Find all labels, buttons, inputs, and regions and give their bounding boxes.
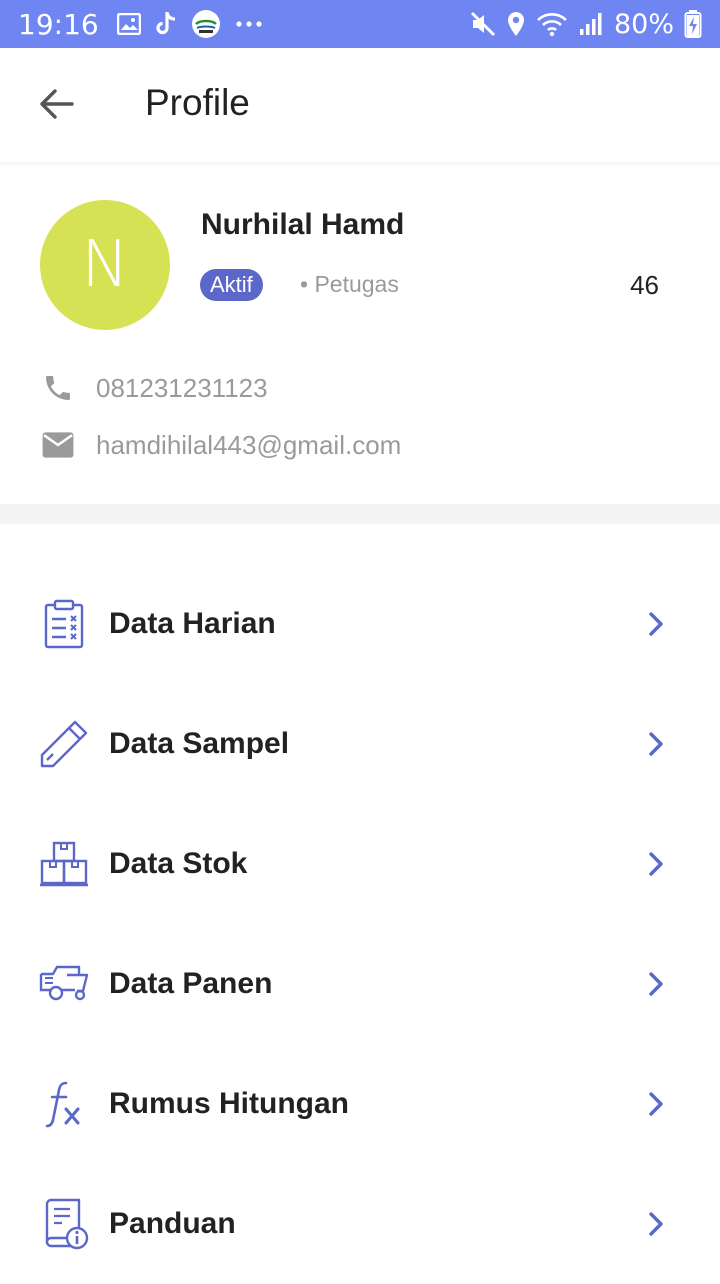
menu-label: Rumus Hitungan [109,1087,349,1120]
menu-label: Data Sampel [109,727,290,760]
app-logo-icon [191,9,221,39]
chevron-right-icon [642,970,670,998]
chevron-right-icon [642,1210,670,1238]
status-time: 19:16 [18,7,99,41]
battery-percent: 80% [613,8,674,40]
tiktok-icon [155,11,177,37]
profile-name: Nurhilal Hamd [201,208,405,241]
back-button[interactable] [36,84,76,124]
menu-item-panduan[interactable]: Panduan [0,1164,720,1284]
menu-item-data-sampel[interactable]: Data Sampel [0,684,720,804]
status-bar: 19:16 80% [0,0,720,48]
phone-row: 081231231123 [40,370,268,406]
profile-card: N Nurhilal Hamd Aktif • Petugas 46 08123… [0,162,720,504]
menu-label: Data Panen [109,967,273,1000]
menu-item-rumus-hitungan[interactable]: Rumus Hitungan [0,1044,720,1164]
more-dots-icon [235,20,263,28]
menu-item-data-stok[interactable]: Data Stok [0,804,720,924]
chevron-right-icon [642,850,670,878]
page-title: Profile [145,82,250,123]
avatar: N [40,200,170,330]
boxes-icon [38,838,90,890]
clipboard-checklist-icon [38,598,90,650]
profile-count: 46 [630,270,659,300]
menu-label: Data Stok [109,847,248,880]
phone-icon [40,370,76,406]
phone-number: 081231231123 [96,372,268,403]
arrow-left-icon [40,89,74,119]
battery-charging-icon [684,10,702,38]
wifi-icon [536,11,568,37]
location-icon [506,11,526,37]
email-address: hamdihilal443@gmail.com [96,429,402,460]
menu-item-data-harian[interactable]: Data Harian [0,564,720,684]
chevron-right-icon [642,730,670,758]
mail-icon [40,427,76,463]
menu-label: Data Harian [109,607,276,640]
section-divider [0,504,720,524]
app-bar: Profile [0,48,720,162]
menu-item-data-panen[interactable]: Data Panen [0,924,720,1044]
harvester-icon [38,958,90,1010]
profile-role: • Petugas [300,271,399,297]
menu-list: Data Harian Data Sampel Data Stok Data P… [0,564,720,1284]
chevron-right-icon [642,1090,670,1118]
status-badge: Aktif [200,269,263,301]
formula-fx-icon [38,1078,90,1130]
image-icon [116,13,141,35]
mute-icon [470,11,496,37]
chevron-right-icon [642,610,670,638]
guide-book-icon [38,1198,90,1250]
email-row: hamdihilal443@gmail.com [40,427,401,463]
menu-label: Panduan [109,1207,236,1240]
pencil-icon [38,718,90,770]
signal-icon [578,12,604,36]
